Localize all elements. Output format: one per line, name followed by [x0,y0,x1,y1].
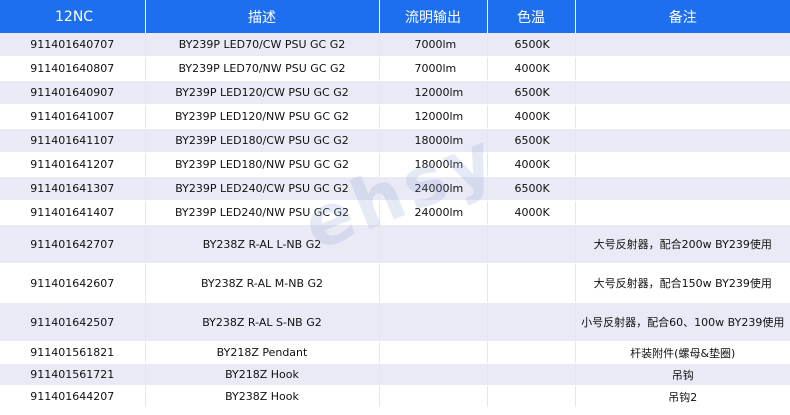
cell-description: BY238Z Hook [145,385,380,408]
cell-remark [575,152,790,177]
cell-12nc: 911401641407 [0,200,146,225]
cell-12nc: 911401561821 [0,341,146,364]
cell-remark: 吊钩2 [575,385,790,408]
cell-cct [487,363,576,386]
cell-lumen: 24000lm [379,200,488,225]
cell-remark: 小号反射器，配合60、100w BY239使用 [575,302,790,342]
table-row: 911401561821 BY218Z Pendant 杆装附件(螺母&垫圈) [0,341,790,364]
cell-description: BY239P LED70/NW PSU GC G2 [145,56,380,81]
header-description: 描述 [145,0,380,33]
cell-remark: 杆装附件(螺母&垫圈) [575,341,790,364]
cell-12nc: 911401640707 [0,33,146,57]
table-row: 911401642707 BY238Z R-AL L-NB G2 大号反射器，配合2… [0,224,790,264]
cell-description: BY239P LED180/CW PSU GC G2 [145,128,380,153]
table-row: 911401644207 BY238Z Hook 吊钩2 [0,385,790,408]
table-row: 911401641207 BY239P LED180/NW PSU GC G2 18… [0,152,790,177]
cell-cct: 4000K [487,104,576,129]
cell-cct: 4000K [487,200,576,225]
table-header-row: 12NC 描述 流明输出 色温 备注 [0,0,790,33]
cell-remark [575,200,790,225]
cell-cct [487,341,576,364]
cell-lumen: 24000lm [379,176,488,201]
cell-remark: 大号反射器，配合200w BY239使用 [575,224,790,264]
cell-12nc: 911401640807 [0,56,146,81]
cell-lumen [379,302,488,342]
table-row: 911401642507 BY238Z R-AL S-NB G2 小号反射器，配合6… [0,302,790,342]
cell-remark [575,128,790,153]
cell-12nc: 911401561721 [0,363,146,386]
cell-remark [575,33,790,57]
cell-remark [575,80,790,105]
cell-lumen: 7000lm [379,56,488,81]
cell-12nc: 911401641207 [0,152,146,177]
cell-12nc: 911401642607 [0,263,146,303]
cell-12nc: 911401640907 [0,80,146,105]
cell-cct: 4000K [487,152,576,177]
cell-remark [575,104,790,129]
cell-lumen [379,341,488,364]
cell-description: BY239P LED180/NW PSU GC G2 [145,152,380,177]
table-row: 911401641007 BY239P LED120/NW PSU GC G2 12… [0,104,790,129]
cell-12nc: 911401642507 [0,302,146,342]
cell-lumen [379,385,488,408]
cell-description: BY238Z R-AL L-NB G2 [145,224,380,264]
cell-cct [487,302,576,342]
header-color-temperature: 色温 [487,0,576,33]
product-spec-table: 12NC 描述 流明输出 色温 备注 911401640707 BY239P LE… [0,0,790,408]
table-row: 911401641407 BY239P LED240/NW PSU GC G2 24… [0,200,790,225]
header-12nc: 12NC [0,0,146,33]
cell-remark: 大号反射器，配合150w BY239使用 [575,263,790,303]
cell-12nc: 911401644207 [0,385,146,408]
cell-12nc: 911401641307 [0,176,146,201]
cell-remark [575,56,790,81]
table-row: 911401640907 BY239P LED120/CW PSU GC G2 12… [0,80,790,105]
table-row: 911401641307 BY239P LED240/CW PSU GC G2 24… [0,176,790,201]
cell-lumen: 12000lm [379,80,488,105]
table-row: 911401641107 BY239P LED180/CW PSU GC G2 18… [0,128,790,153]
cell-cct: 6500K [487,80,576,105]
cell-cct [487,385,576,408]
cell-remark: 吊钩 [575,363,790,386]
cell-lumen [379,363,488,386]
cell-cct: 4000K [487,56,576,81]
header-remarks: 备注 [575,0,790,33]
cell-description: BY239P LED240/CW PSU GC G2 [145,176,380,201]
cell-cct [487,263,576,303]
cell-lumen: 12000lm [379,104,488,129]
cell-description: BY239P LED120/CW PSU GC G2 [145,80,380,105]
table-row: 911401640807 BY239P LED70/NW PSU GC G2 700… [0,56,790,81]
cell-cct [487,224,576,264]
table-row: 911401640707 BY239P LED70/CW PSU GC G2 700… [0,33,790,57]
cell-description: BY239P LED240/NW PSU GC G2 [145,200,380,225]
cell-lumen [379,263,488,303]
cell-remark [575,176,790,201]
cell-description: BY238Z R-AL M-NB G2 [145,263,380,303]
cell-description: BY239P LED70/CW PSU GC G2 [145,33,380,57]
cell-cct: 6500K [487,176,576,201]
cell-lumen: 18000lm [379,152,488,177]
cell-lumen [379,224,488,264]
cell-lumen: 18000lm [379,128,488,153]
table-row: 911401561721 BY218Z Hook 吊钩 [0,363,790,386]
cell-description: BY218Z Hook [145,363,380,386]
cell-description: BY238Z R-AL S-NB G2 [145,302,380,342]
cell-cct: 6500K [487,128,576,153]
cell-12nc: 911401641107 [0,128,146,153]
cell-description: BY218Z Pendant [145,341,380,364]
cell-12nc: 911401642707 [0,224,146,264]
cell-cct: 6500K [487,33,576,57]
cell-lumen: 7000lm [379,33,488,57]
header-lumen-output: 流明输出 [379,0,488,33]
table-row: 911401642607 BY238Z R-AL M-NB G2 大号反射器，配合1… [0,263,790,303]
cell-12nc: 911401641007 [0,104,146,129]
cell-description: BY239P LED120/NW PSU GC G2 [145,104,380,129]
